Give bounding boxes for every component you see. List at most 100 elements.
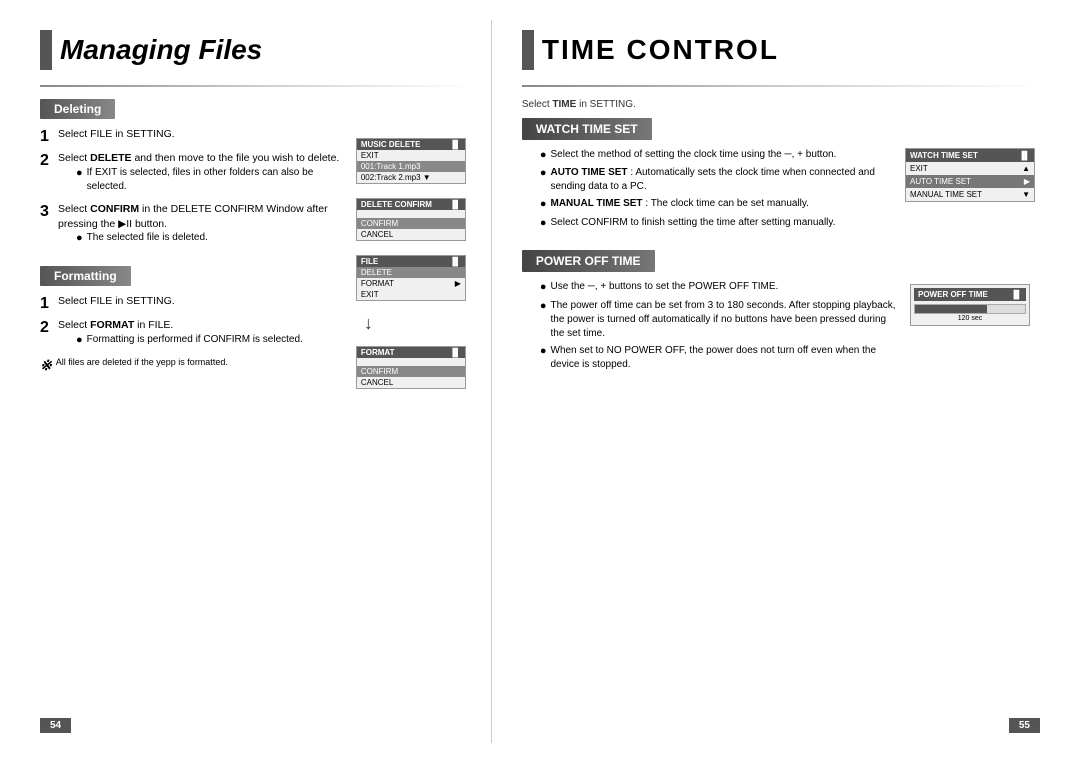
step-3-content: Select CONFIRM in the DELETE CONFIRM Win… <box>58 202 344 250</box>
left-page-title: Managing Files <box>40 30 471 70</box>
note-text: All files are deleted if the yepp is for… <box>56 357 228 367</box>
step-3-bullet: ● The selected file is deleted. <box>76 231 344 246</box>
step-3-number: 3 <box>40 202 52 221</box>
watch-time-set-header: WATCH TIME SET <box>522 118 652 140</box>
step-2-number: 2 <box>40 151 52 170</box>
file-format-item: FORMAT▶ <box>357 278 465 289</box>
power-buttons-text: Use the ─, + buttons to set the POWER OF… <box>551 280 779 294</box>
watch-method-text: Select the method of setting the clock t… <box>551 148 837 162</box>
title-block-right <box>522 30 534 70</box>
watch-exit-arrow: ▲ <box>1022 164 1030 173</box>
step-1-deleting: 1 Select FILE in SETTING. <box>40 127 344 146</box>
watch-time-content: ● Select the method of setting the clock… <box>522 148 1040 234</box>
format-spacer <box>357 358 465 366</box>
music-delete-screen: MUSIC DELETE ▐▌ EXIT 001:Track 1.mp3 002… <box>356 138 466 184</box>
music-delete-track2: 002:Track 2.mp3 ▼ <box>357 172 465 183</box>
step-1-number: 1 <box>40 127 52 146</box>
left-screens: MUSIC DELETE ▐▌ EXIT 001:Track 1.mp3 002… <box>356 99 471 393</box>
power-screen-title-text: POWER OFF TIME <box>918 290 988 299</box>
step-2-content: Select DELETE and then move to the file … <box>58 151 344 197</box>
power-buttons-bullet: ● Use the ─, + buttons to set the POWER … <box>540 280 898 295</box>
file-title-bar: FILE ▐▌ <box>357 256 465 267</box>
watch-method-bullet: ● Select the method of setting the clock… <box>540 148 893 163</box>
step-3-deleting: 3 Select CONFIRM in the DELETE CONFIRM W… <box>40 202 344 250</box>
delete-confirm-icon: ▐▌ <box>450 200 461 209</box>
step-2-text: Select DELETE and then move to the file … <box>58 152 339 164</box>
manual-time-text: MANUAL TIME SET : The clock time can be … <box>551 197 809 211</box>
fmt-step-2-number: 2 <box>40 318 52 337</box>
auto-time-bullet: ● AUTO TIME SET : Automatically sets the… <box>540 166 893 194</box>
file-delete-item: DELETE <box>357 267 465 278</box>
power-screen-icon: ▐▌ <box>1011 290 1022 299</box>
fmt-step-2-text: Select FORMAT in FILE. <box>58 319 173 331</box>
auto-time-text: AUTO TIME SET : Automatically sets the c… <box>551 166 894 194</box>
watch-time-screen: WATCH TIME SET ▐▌ EXIT ▲ AUTO TIME SET ▶ <box>905 148 1035 202</box>
step-2-formatting: 2 Select FORMAT in FILE. ● Formatting is… <box>40 318 344 351</box>
title-underline-right <box>522 85 1040 87</box>
file-icon: ▐▌ <box>450 257 461 266</box>
format-screen: FORMAT ▐▌ CONFIRM CANCEL <box>356 346 466 389</box>
watch-screen-title: WATCH TIME SET ▐▌ <box>906 149 1034 162</box>
managing-files-title: Managing Files <box>60 34 262 66</box>
delete-confirm-title-text: DELETE CONFIRM <box>361 200 432 209</box>
watch-time-set-section: WATCH TIME SET ● Select the method of se… <box>522 118 1040 234</box>
manual-time-bullet: ● MANUAL TIME SET : The clock time can b… <box>540 197 893 212</box>
deleting-section: Deleting 1 Select FILE in SETTING. 2 Sel… <box>40 99 344 250</box>
fmt-step-2-bullet-text: Formatting is performed if CONFIRM is se… <box>87 333 303 347</box>
page-number-right: 55 <box>1009 718 1040 733</box>
format-icon: ▐▌ <box>450 348 461 357</box>
title-underline-left <box>40 85 471 87</box>
music-delete-track1: 001:Track 1.mp3 <box>357 161 465 172</box>
watch-screen-icon: ▐▌ <box>1019 151 1030 160</box>
left-main-content: Deleting 1 Select FILE in SETTING. 2 Sel… <box>40 99 471 393</box>
arrow-down-icon: ↓ <box>364 313 471 334</box>
select-time-text: Select TIME in SETTING. <box>522 99 1040 110</box>
file-exit-item: EXIT <box>357 289 465 300</box>
deleting-header: Deleting <box>40 99 115 119</box>
power-time-range-bullet: ● The power off time can be set from 3 t… <box>540 299 898 341</box>
fmt-step-2-content: Select FORMAT in FILE. ● Formatting is p… <box>58 318 303 351</box>
formatting-header: Formatting <box>40 266 131 286</box>
fmt-step-1-text: Select FILE in SETTING. <box>58 294 175 309</box>
confirm-time-text: Select CONFIRM to finish setting the tim… <box>551 216 836 230</box>
power-progress-fill <box>915 305 987 313</box>
step-3-bullet-text: The selected file is deleted. <box>87 231 208 245</box>
right-page: TIME CONTROL Select TIME in SETTING. WAT… <box>492 20 1060 743</box>
format-cancel-item: CANCEL <box>357 377 465 388</box>
watch-time-text: ● Select the method of setting the clock… <box>522 148 893 234</box>
left-page: Managing Files Deleting 1 Select FILE in… <box>20 20 492 743</box>
file-screen: FILE ▐▌ DELETE FORMAT▶ EXIT <box>356 255 466 301</box>
time-control-title: TIME CONTROL <box>542 34 779 66</box>
power-screen-area: POWER OFF TIME ▐▌ 120 sec <box>910 280 1040 374</box>
power-off-header: POWER OFF TIME <box>522 250 655 272</box>
delete-confirm-item: CONFIRM <box>357 218 465 229</box>
power-progress-bar <box>914 304 1026 314</box>
formatting-note: ※ All files are deleted if the yepp is f… <box>40 357 344 374</box>
watch-manual-arrow: ▼ <box>1022 190 1030 199</box>
format-title-text: FORMAT <box>361 348 395 357</box>
power-no-off-bullet: ● When set to NO POWER OFF, the power do… <box>540 344 898 372</box>
note-symbol: ※ <box>40 357 52 374</box>
watch-screen-area: WATCH TIME SET ▐▌ EXIT ▲ AUTO TIME SET ▶ <box>905 148 1040 234</box>
delete-confirm-spacer <box>357 210 465 218</box>
title-block-left <box>40 30 52 70</box>
step-2-deleting: 2 Select DELETE and then move to the fil… <box>40 151 344 197</box>
fmt-step-1-number: 1 <box>40 294 52 313</box>
step-2-bullet-text: If EXIT is selected, files in other fold… <box>87 166 344 194</box>
watch-exit-label: EXIT <box>910 164 928 173</box>
format-title-bar: FORMAT ▐▌ <box>357 347 465 358</box>
power-screen-title: POWER OFF TIME ▐▌ <box>914 288 1026 301</box>
delete-confirm-title-bar: DELETE CONFIRM ▐▌ <box>357 199 465 210</box>
power-time-range-text: The power off time can be set from 3 to … <box>551 299 899 341</box>
step-1-formatting: 1 Select FILE in SETTING. <box>40 294 344 313</box>
music-delete-icon: ▐▌ <box>450 140 461 149</box>
confirm-time-bullet: ● Select CONFIRM to finish setting the t… <box>540 216 893 231</box>
power-off-section: POWER OFF TIME ● Use the ─, + buttons to… <box>522 250 1040 374</box>
power-off-screen: POWER OFF TIME ▐▌ 120 sec <box>910 284 1030 326</box>
music-delete-title-text: MUSIC DELETE <box>361 140 421 149</box>
power-off-text: ● Use the ─, + buttons to set the POWER … <box>522 280 898 374</box>
step-2-bullet: ● If EXIT is selected, files in other fo… <box>76 166 344 194</box>
power-off-content: ● Use the ─, + buttons to set the POWER … <box>522 280 1040 374</box>
watch-auto-item: AUTO TIME SET ▶ <box>906 175 1034 188</box>
delete-confirm-screen: DELETE CONFIRM ▐▌ CONFIRM CANCEL <box>356 198 466 241</box>
